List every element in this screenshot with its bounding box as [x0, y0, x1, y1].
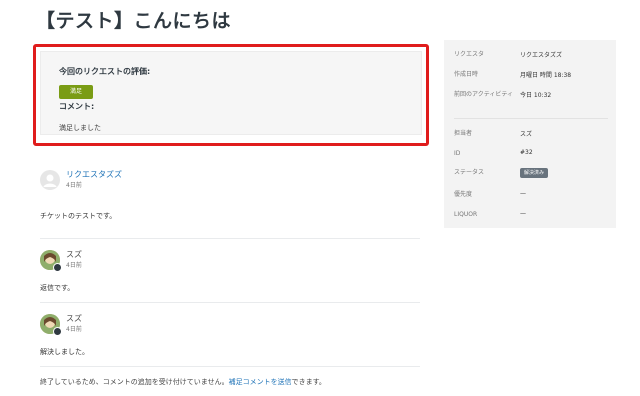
comment-body: 返信です。 [40, 284, 75, 292]
detail-value: 解決済み [520, 168, 549, 178]
detail-label: ステータス [454, 169, 485, 176]
closed-notice: 終了しているため、コメントの追加を受け付けていません。補足コメントを送信できます… [40, 377, 326, 387]
detail-label: LIQUOR [454, 211, 478, 218]
closed-notice-text: 終了しているため、コメントの追加を受け付けていません。 [40, 378, 229, 386]
comment-time: 4日前 [66, 262, 82, 269]
agent-badge-icon [53, 263, 62, 272]
detail-value: スズ [520, 131, 533, 138]
detail-value: #32 [520, 149, 533, 156]
divider [40, 302, 420, 303]
satisfaction-rating-badge: 満足 [59, 85, 93, 99]
satisfaction-panel: 今回のリクエストの評価: 満足 コメント: 満足しました [33, 44, 429, 146]
detail-label: 前回のアクティビティ [454, 91, 513, 98]
detail-value: — [520, 190, 526, 197]
divider [40, 366, 420, 367]
detail-value: — [520, 210, 526, 217]
comment-body: チケットのテストです。 [40, 212, 117, 220]
satisfaction-comment-label: コメント: [59, 102, 95, 111]
detail-label: 優先度 [454, 191, 473, 198]
comment-author: スズ [66, 250, 82, 259]
divider [454, 118, 608, 119]
status-badge: 解決済み [520, 168, 549, 178]
closed-notice-suffix: できます。 [291, 378, 326, 386]
followup-link[interactable]: 補足コメントを送信 [229, 378, 292, 386]
page-title: 【テスト】こんにちは [36, 10, 232, 32]
ticket-details-sidebar: リクエスタ リクエスタズズ 作成日時 月曜日 時間 18:38 前回のアクティビ… [444, 40, 616, 228]
detail-label: リクエスタ [454, 51, 485, 58]
comment-time: 4日前 [66, 326, 82, 333]
avatar [40, 170, 60, 190]
comment-author[interactable]: リクエスタズズ [66, 169, 122, 180]
comment-body: 解決しました。 [40, 348, 89, 356]
satisfaction-heading: 今回のリクエストの評価: [59, 67, 151, 76]
detail-value: 月曜日 時間 18:38 [520, 72, 572, 79]
comment-author: スズ [66, 314, 82, 323]
comment-time: 4日前 [66, 182, 82, 189]
detail-value: リクエスタズズ [520, 52, 563, 59]
detail-label: 作成日時 [454, 71, 479, 78]
detail-label: ID [454, 150, 461, 157]
detail-label: 担当者 [454, 130, 473, 137]
divider [40, 238, 420, 239]
user-icon [43, 174, 57, 187]
satisfaction-comment-text: 満足しました [59, 124, 101, 132]
agent-badge-icon [53, 327, 62, 336]
satisfaction-inner: 今回のリクエストの評価: 満足 コメント: 満足しました [40, 51, 422, 135]
detail-value: 今日 10:32 [520, 92, 552, 99]
